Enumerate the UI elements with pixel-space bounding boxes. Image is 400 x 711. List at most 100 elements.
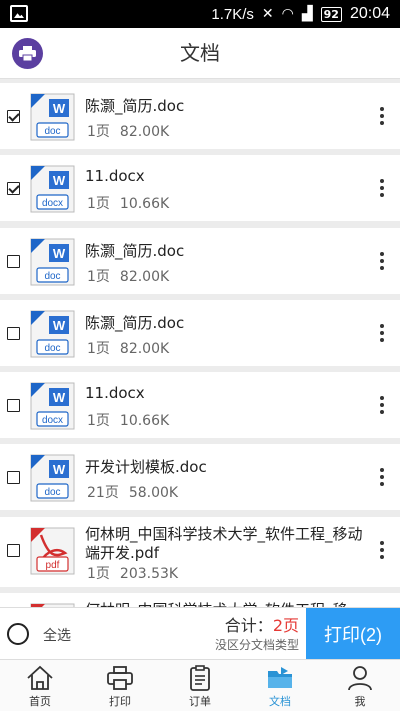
file-size: 203.53K xyxy=(119,566,179,582)
svg-text:W: W xyxy=(53,390,66,405)
signal-icon: ▟ xyxy=(301,6,313,22)
svg-text:W: W xyxy=(53,462,66,477)
file-row[interactable]: Wdoc 陈灏_简历.doc 1页 82.00K xyxy=(0,228,400,294)
file-row[interactable]: Wdoc 陈灏_简历.doc 1页 82.00K xyxy=(0,83,400,149)
file-type-label: docx xyxy=(42,198,63,209)
file-checkbox[interactable] xyxy=(7,110,20,123)
tab-label: 订单 xyxy=(189,695,211,708)
file-row[interactable]: Wdoc 开发计划模板.doc 21页 58.00K xyxy=(0,444,400,510)
page-count: 1页 xyxy=(87,124,110,140)
word-file-icon: Wdoc xyxy=(29,454,76,502)
print-action-bar: 全选 合计：2页 没区分文档类型 打印(2) xyxy=(0,607,400,660)
file-checkbox[interactable] xyxy=(7,327,20,340)
status-bar: 1.7K/s ✕ ◠ ▟ 92 20:04 xyxy=(0,0,400,28)
file-name: 开发计划模板.doc xyxy=(85,458,207,476)
tab-label: 文档 xyxy=(269,695,291,708)
file-checkbox[interactable] xyxy=(7,399,20,412)
home-icon xyxy=(27,665,53,690)
more-options-icon[interactable] xyxy=(380,107,384,125)
svg-text:W: W xyxy=(53,101,66,116)
tab-label: 我 xyxy=(354,695,366,708)
document-list[interactable]: Wdoc 陈灏_简历.doc 1页 82.00K Wdocx 11.docx 1页 10.66… xyxy=(0,83,400,607)
word-file-icon: Wdoc xyxy=(29,238,76,286)
tab-print[interactable]: 打印 xyxy=(80,660,160,711)
page-count: 1页 xyxy=(87,269,110,285)
word-file-icon: Wdoc xyxy=(29,310,76,358)
tab-documents[interactable]: 文档 xyxy=(240,660,320,711)
file-name: 何林明_中国科学技术大学_软件工程_移动端开发.pdf xyxy=(85,525,363,562)
network-speed: 1.7K/s xyxy=(211,5,254,23)
more-options-icon[interactable] xyxy=(380,324,384,342)
file-size: 10.66K xyxy=(119,196,170,212)
file-type-label: docx xyxy=(42,415,63,426)
bottom-tab-bar: 首页 打印 订单 文档 我 xyxy=(0,659,400,711)
file-name: 11.docx xyxy=(85,167,145,185)
file-checkbox[interactable] xyxy=(7,255,20,268)
page-title: 文档 xyxy=(180,41,220,65)
file-size: 58.00K xyxy=(128,485,179,501)
tab-me[interactable]: 我 xyxy=(320,660,400,711)
file-name: 陈灏_简历.doc xyxy=(85,242,185,260)
total-label: 合计： xyxy=(224,616,273,635)
tab-orders[interactable]: 订单 xyxy=(160,660,240,711)
file-type-label: doc xyxy=(44,487,60,498)
svg-text:W: W xyxy=(53,318,66,333)
order-icon xyxy=(190,665,210,691)
battery-level: 92 xyxy=(320,6,342,22)
file-checkbox[interactable] xyxy=(7,471,20,484)
file-size: 82.00K xyxy=(119,269,170,285)
file-row[interactable]: Wdocx 11.docx 1页 10.66K xyxy=(0,155,400,221)
folder-icon xyxy=(268,667,292,688)
word-file-icon: Wdocx xyxy=(29,165,76,213)
word-file-icon: Wdoc xyxy=(29,93,76,141)
svg-text:W: W xyxy=(53,173,66,188)
file-meta: 1页 82.00K xyxy=(87,266,169,286)
printer-icon xyxy=(107,666,133,690)
file-row[interactable]: Wdocx 11.docx 1页 10.66K xyxy=(0,372,400,438)
tab-label: 首页 xyxy=(29,695,51,708)
file-size: 82.00K xyxy=(119,124,170,140)
document-type-hint: 没区分文档类型 xyxy=(214,638,299,652)
page-count: 1页 xyxy=(87,413,110,429)
more-options-icon[interactable] xyxy=(380,252,384,270)
file-type-label: pdf xyxy=(46,560,60,571)
tab-home[interactable]: 首页 xyxy=(0,660,80,711)
more-options-icon[interactable] xyxy=(380,396,384,414)
file-checkbox[interactable] xyxy=(7,182,20,195)
more-options-icon[interactable] xyxy=(380,468,384,486)
file-name: 陈灏_简历.doc xyxy=(85,314,185,332)
print-button[interactable]: 打印(2) xyxy=(306,608,400,660)
file-meta: 1页 10.66K xyxy=(87,193,169,213)
pdf-file-icon: pdf xyxy=(29,527,76,575)
file-type-label: doc xyxy=(44,126,60,137)
file-row[interactable]: pdf何林明_中国科学技术大学_软件工程_移 xyxy=(0,593,400,607)
mute-icon: ✕ xyxy=(261,6,274,22)
clock: 20:04 xyxy=(349,5,390,22)
file-meta: 1页 10.66K xyxy=(87,410,169,430)
file-size: 10.66K xyxy=(119,413,170,429)
total-value: 2页 xyxy=(272,616,299,635)
page-count: 1页 xyxy=(87,341,110,357)
gallery-notification-icon xyxy=(10,5,28,22)
page-count: 1页 xyxy=(87,196,110,212)
person-icon xyxy=(348,666,372,691)
more-options-icon[interactable] xyxy=(380,179,384,197)
select-all-radio[interactable] xyxy=(7,623,29,645)
select-all-label[interactable]: 全选 xyxy=(43,625,71,645)
page-count: 21页 xyxy=(87,485,119,501)
file-size: 82.00K xyxy=(119,341,170,357)
file-row[interactable]: Wdoc 陈灏_简历.doc 1页 82.00K xyxy=(0,300,400,366)
file-name: 陈灏_简历.doc xyxy=(85,97,185,115)
tab-label: 打印 xyxy=(109,695,131,708)
svg-text:W: W xyxy=(53,246,66,261)
file-meta: 1页 82.00K xyxy=(87,338,169,358)
word-file-icon: Wdocx xyxy=(29,382,76,430)
file-checkbox[interactable] xyxy=(7,544,20,557)
file-type-label: doc xyxy=(44,271,60,282)
page-count: 1页 xyxy=(87,566,110,582)
wifi-icon: ◠ xyxy=(281,6,294,22)
file-type-label: doc xyxy=(44,343,60,354)
file-name: 11.docx xyxy=(85,384,145,402)
file-row[interactable]: pdf 何林明_中国科学技术大学_软件工程_移动端开发.pdf 1页 203.53K xyxy=(0,517,400,587)
more-options-icon[interactable] xyxy=(380,541,384,559)
